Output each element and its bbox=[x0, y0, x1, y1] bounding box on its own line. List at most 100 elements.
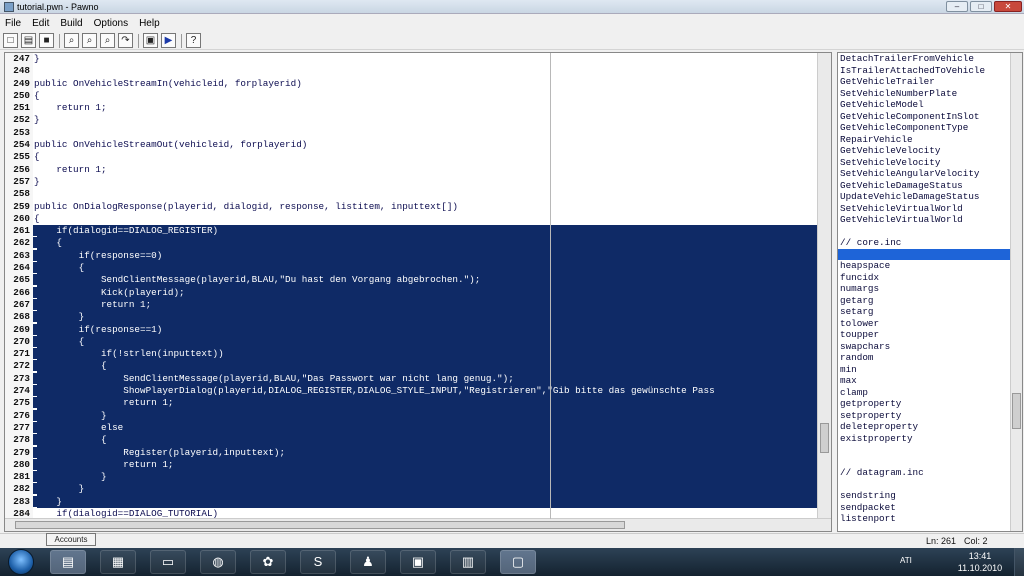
code-line[interactable]: 264 { bbox=[5, 262, 818, 275]
chess-taskbar-icon[interactable]: ♟ bbox=[350, 550, 386, 574]
function-list-item[interactable]: funcidx bbox=[838, 272, 1022, 284]
function-list-panel[interactable]: DetachTrailerFromVehicle IsTrailerAttache… bbox=[837, 52, 1023, 532]
function-list-item[interactable]: setarg bbox=[838, 306, 1022, 318]
function-list-item[interactable]: UpdateVehicleDamageStatus bbox=[838, 191, 1022, 203]
new-file-icon[interactable]: □ bbox=[3, 33, 18, 48]
code-line[interactable]: 275 return 1; bbox=[5, 397, 818, 410]
function-list-item[interactable]: random bbox=[838, 352, 1022, 364]
menu-edit[interactable]: Edit bbox=[32, 18, 49, 29]
function-list-item[interactable] bbox=[838, 479, 1022, 491]
function-list-item[interactable]: tolower bbox=[838, 318, 1022, 330]
find-next-icon[interactable]: ⌕ bbox=[82, 33, 97, 48]
code-line[interactable]: 261 if(dialogid==DIALOG_REGISTER) bbox=[5, 225, 818, 238]
media-taskbar-icon[interactable]: ▭ bbox=[150, 550, 186, 574]
code-line[interactable]: 266 Kick(playerid); bbox=[5, 286, 818, 299]
code-line[interactable]: 272 { bbox=[5, 360, 818, 373]
menu-file[interactable]: File bbox=[5, 18, 21, 29]
function-list-item[interactable]: IsTrailerAttachedToVehicle bbox=[838, 65, 1022, 77]
run-icon[interactable]: ▶ bbox=[161, 33, 176, 48]
maximize-button[interactable]: □ bbox=[970, 1, 992, 12]
ati-tray-icon[interactable]: ATI bbox=[900, 556, 912, 565]
function-list-item[interactable]: min bbox=[838, 364, 1022, 376]
code-line[interactable]: 279 Register(playerid,inputtext); bbox=[5, 446, 818, 459]
code-line[interactable]: 248 bbox=[5, 65, 818, 78]
code-line[interactable]: 277 else bbox=[5, 421, 818, 435]
explorer-taskbar-icon[interactable]: ▤ bbox=[50, 550, 86, 574]
function-list-item[interactable]: SetVehicleVelocity bbox=[838, 157, 1022, 169]
close-button[interactable]: ✕ bbox=[994, 1, 1022, 12]
compile-icon[interactable]: ▣ bbox=[143, 33, 158, 48]
code-editor[interactable]: 247} 248 249 public OnVehicleStreamIn(vehic… bbox=[4, 52, 832, 532]
menu-build[interactable]: Build bbox=[60, 18, 82, 29]
function-list-item[interactable]: sendpacket bbox=[838, 502, 1022, 514]
editor-vertical-scrollbar[interactable] bbox=[817, 53, 831, 519]
code-line[interactable]: 269 if(response==1) bbox=[5, 323, 818, 336]
code-line[interactable]: 250{ bbox=[5, 89, 818, 103]
function-list-item[interactable]: GetVehicleComponentType bbox=[838, 122, 1022, 134]
clock[interactable]: 13:41 11.10.2010 bbox=[950, 550, 1010, 574]
function-list-item[interactable]: GetVehicleVirtualWorld bbox=[838, 214, 1022, 226]
function-list-item[interactable]: SetVehicleNumberPlate bbox=[838, 88, 1022, 100]
skype-taskbar-icon[interactable]: S bbox=[300, 550, 336, 574]
code-line[interactable]: 254 public OnVehicleStreamOut(vehicleid, … bbox=[5, 139, 818, 152]
code-line[interactable]: 263 if(response==0) bbox=[5, 249, 818, 263]
function-list-item[interactable]: SetVehicleAngularVelocity bbox=[838, 168, 1022, 180]
minimize-button[interactable]: – bbox=[946, 1, 968, 12]
game-taskbar-icon[interactable]: ▣ bbox=[400, 550, 436, 574]
code-line[interactable]: 270 { bbox=[5, 335, 818, 349]
start-button[interactable] bbox=[8, 549, 34, 575]
function-list-item[interactable]: // core.inc bbox=[838, 237, 1022, 249]
code-line[interactable]: 283 } bbox=[5, 495, 818, 508]
code-line[interactable]: 247} bbox=[5, 53, 818, 66]
code-line[interactable]: 267 return 1; bbox=[5, 298, 818, 312]
pawno-taskbar-icon[interactable]: ▥ bbox=[450, 550, 486, 574]
function-list-item[interactable] bbox=[838, 456, 1022, 468]
code-line[interactable]: 273 SendClientMessage(playerid,BLAU,"Das… bbox=[5, 372, 818, 386]
notes-taskbar-icon[interactable]: ▦ bbox=[100, 550, 136, 574]
code-line[interactable]: 255{ bbox=[5, 151, 818, 164]
show-desktop-button[interactable] bbox=[1014, 548, 1024, 576]
code-lines[interactable]: 247} 248 249 public OnVehicleStreamIn(vehic… bbox=[5, 53, 818, 521]
save-file-icon[interactable]: ■ bbox=[39, 33, 54, 48]
code-line[interactable]: 253 bbox=[5, 126, 818, 140]
replace-icon[interactable]: ⌕ bbox=[100, 33, 115, 48]
code-line[interactable]: 280 return 1; bbox=[5, 458, 818, 472]
editor-horizontal-scroll-thumb[interactable] bbox=[15, 521, 625, 529]
function-list-item[interactable]: GetVehicleDamageStatus bbox=[838, 180, 1022, 192]
code-line[interactable]: 249 public OnVehicleStreamIn(vehicleid, f… bbox=[5, 77, 818, 90]
find-icon[interactable]: ⌕ bbox=[64, 33, 79, 48]
open-file-icon[interactable]: ▤ bbox=[21, 33, 36, 48]
function-list-item[interactable]: SetVehicleVirtualWorld bbox=[838, 203, 1022, 215]
code-line[interactable]: 271 if(!strlen(inputtext)) bbox=[5, 348, 818, 361]
window-taskbar-icon[interactable]: ▢ bbox=[500, 550, 536, 574]
function-list-item[interactable]: toupper bbox=[838, 329, 1022, 341]
function-list-item[interactable]: numargs bbox=[838, 283, 1022, 295]
editor-horizontal-scrollbar[interactable] bbox=[5, 518, 831, 531]
function-list-item[interactable] bbox=[838, 226, 1022, 238]
code-line[interactable]: 268 } bbox=[5, 311, 818, 324]
function-list-item[interactable] bbox=[838, 248, 1022, 260]
function-list-scroll-thumb[interactable] bbox=[1012, 393, 1021, 429]
icq-taskbar-icon[interactable]: ✿ bbox=[250, 550, 286, 574]
code-line[interactable]: 262 { bbox=[5, 237, 818, 250]
code-line[interactable]: 278 { bbox=[5, 434, 818, 447]
code-line[interactable]: 274 ShowPlayerDialog(playerid,DIALOG_REG… bbox=[5, 385, 818, 398]
function-list-item[interactable]: RepairVehicle bbox=[838, 134, 1022, 146]
code-line[interactable]: 281 } bbox=[5, 471, 818, 484]
code-line[interactable]: 257} bbox=[5, 175, 818, 189]
code-line[interactable]: 276 } bbox=[5, 409, 818, 422]
function-list-item[interactable]: existproperty bbox=[838, 433, 1022, 445]
function-list-item[interactable]: listenport bbox=[838, 513, 1022, 525]
function-list-item[interactable]: sendstring bbox=[838, 490, 1022, 502]
function-list-item[interactable]: DetachTrailerFromVehicle bbox=[838, 53, 1022, 65]
goto-line-icon[interactable]: ↷ bbox=[118, 33, 133, 48]
function-list-item[interactable]: clamp bbox=[838, 387, 1022, 399]
function-list-item[interactable]: heapspace bbox=[838, 260, 1022, 272]
function-list-item[interactable]: swapchars bbox=[838, 341, 1022, 353]
code-line[interactable]: 282 } bbox=[5, 483, 818, 496]
code-line[interactable]: 260{ bbox=[5, 212, 818, 226]
function-list-item[interactable]: getproperty bbox=[838, 398, 1022, 410]
menu-help[interactable]: Help bbox=[139, 18, 160, 29]
code-line[interactable]: 258 bbox=[5, 188, 818, 201]
function-list-item[interactable] bbox=[838, 444, 1022, 456]
